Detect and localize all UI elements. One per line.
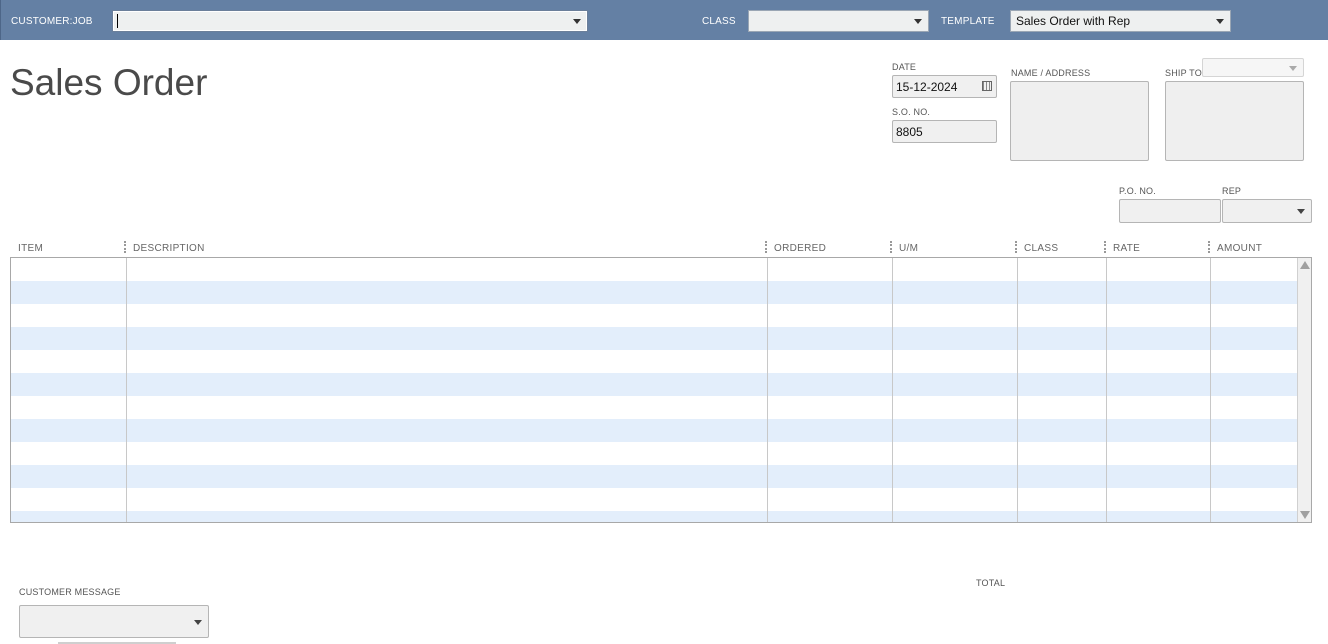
table-row[interactable] (11, 350, 1298, 373)
chevron-down-icon[interactable] (1216, 19, 1224, 24)
table-row[interactable] (11, 488, 1298, 511)
column-resize-handle[interactable] (890, 241, 892, 253)
chevron-down-icon[interactable] (573, 19, 581, 24)
column-divider (892, 258, 893, 522)
date-label: DATE (892, 62, 917, 72)
rep-label: REP (1222, 186, 1242, 196)
chevron-down-icon[interactable] (914, 19, 922, 24)
column-header-description[interactable]: DESCRIPTION (133, 243, 205, 254)
customer-message-dropdown[interactable] (19, 605, 209, 638)
column-resize-handle[interactable] (765, 241, 767, 253)
class-combo[interactable] (748, 10, 929, 32)
column-resize-handle[interactable] (1015, 241, 1017, 253)
column-header-item[interactable]: ITEM (18, 243, 43, 254)
table-row[interactable] (11, 258, 1298, 281)
chevron-down-icon[interactable] (1297, 209, 1305, 214)
sales-order-window: CUSTOMER:JOB CLASS TEMPLATE Sales Order … (0, 0, 1328, 644)
page-title: Sales Order (10, 62, 208, 103)
table-row[interactable] (11, 511, 1298, 522)
so-no-value: 8805 (896, 125, 923, 139)
column-header-um[interactable]: U/M (899, 243, 918, 254)
rep-dropdown[interactable] (1222, 199, 1312, 223)
line-items-table (10, 257, 1312, 523)
header-bar: CUSTOMER:JOB CLASS TEMPLATE Sales Order … (0, 0, 1328, 40)
scroll-up-icon[interactable] (1300, 261, 1310, 269)
ship-to-textarea[interactable] (1165, 81, 1304, 161)
ship-to-label: SHIP TO (1165, 68, 1202, 78)
column-resize-handle[interactable] (124, 241, 126, 253)
table-row[interactable] (11, 281, 1298, 304)
column-divider (1106, 258, 1107, 522)
template-label: TEMPLATE (941, 16, 995, 27)
chevron-down-icon[interactable] (194, 619, 202, 625)
po-no-field[interactable] (1119, 199, 1221, 223)
table-row[interactable] (11, 465, 1298, 488)
column-resize-handle[interactable] (1208, 241, 1210, 253)
table-row[interactable] (11, 442, 1298, 465)
column-header-amount[interactable]: AMOUNT (1217, 243, 1262, 254)
customer-job-combo[interactable] (112, 10, 588, 32)
template-combo[interactable]: Sales Order with Rep (1010, 10, 1231, 32)
total-label: TOTAL (976, 578, 1006, 588)
calendar-icon[interactable] (982, 81, 992, 91)
column-divider (1017, 258, 1018, 522)
column-divider (1210, 258, 1211, 522)
column-resize-handle[interactable] (1104, 241, 1106, 253)
template-value: Sales Order with Rep (1016, 14, 1131, 28)
table-row[interactable] (11, 373, 1298, 396)
table-row[interactable] (11, 396, 1298, 419)
so-no-field[interactable]: 8805 (892, 120, 997, 143)
column-divider (767, 258, 768, 522)
name-address-label: NAME / ADDRESS (1011, 68, 1091, 78)
vertical-scrollbar[interactable] (1297, 258, 1311, 522)
grid-header: ITEM DESCRIPTION ORDERED U/M CLASS RATE … (10, 240, 1298, 258)
class-label: CLASS (702, 16, 736, 27)
scroll-down-icon[interactable] (1300, 511, 1310, 519)
table-row[interactable] (11, 419, 1298, 442)
chevron-down-icon[interactable] (1289, 65, 1297, 71)
text-caret (117, 14, 118, 28)
so-no-label: S.O. NO. (892, 107, 931, 117)
column-header-class[interactable]: CLASS (1024, 243, 1058, 254)
ship-to-dropdown[interactable] (1202, 58, 1304, 77)
column-header-ordered[interactable]: ORDERED (774, 243, 826, 254)
date-value: 15-12-2024 (896, 80, 958, 94)
table-row[interactable] (11, 327, 1298, 350)
date-field[interactable]: 15-12-2024 (892, 75, 997, 98)
customer-job-label: CUSTOMER:JOB (11, 16, 93, 27)
name-address-textarea[interactable] (1010, 81, 1149, 161)
column-divider (126, 258, 127, 522)
customer-message-label: CUSTOMER MESSAGE (19, 587, 121, 597)
column-header-rate[interactable]: RATE (1113, 243, 1140, 254)
po-no-label: P.O. NO. (1119, 186, 1156, 196)
table-row[interactable] (11, 304, 1298, 327)
